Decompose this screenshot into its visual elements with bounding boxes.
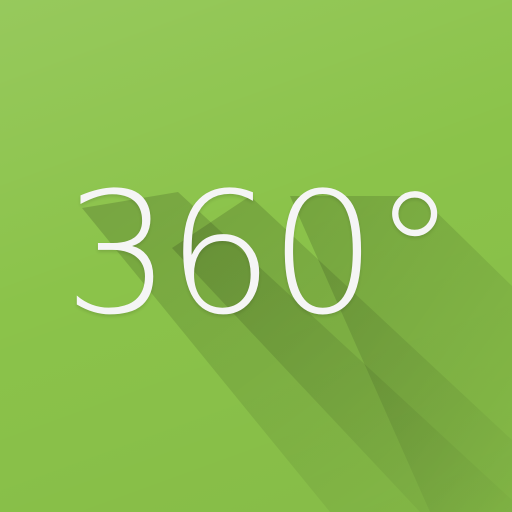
app-icon-360[interactable]: 360° <box>0 0 512 512</box>
icon-label-wrap: 360° <box>0 0 512 512</box>
icon-label: 360° <box>64 156 457 352</box>
